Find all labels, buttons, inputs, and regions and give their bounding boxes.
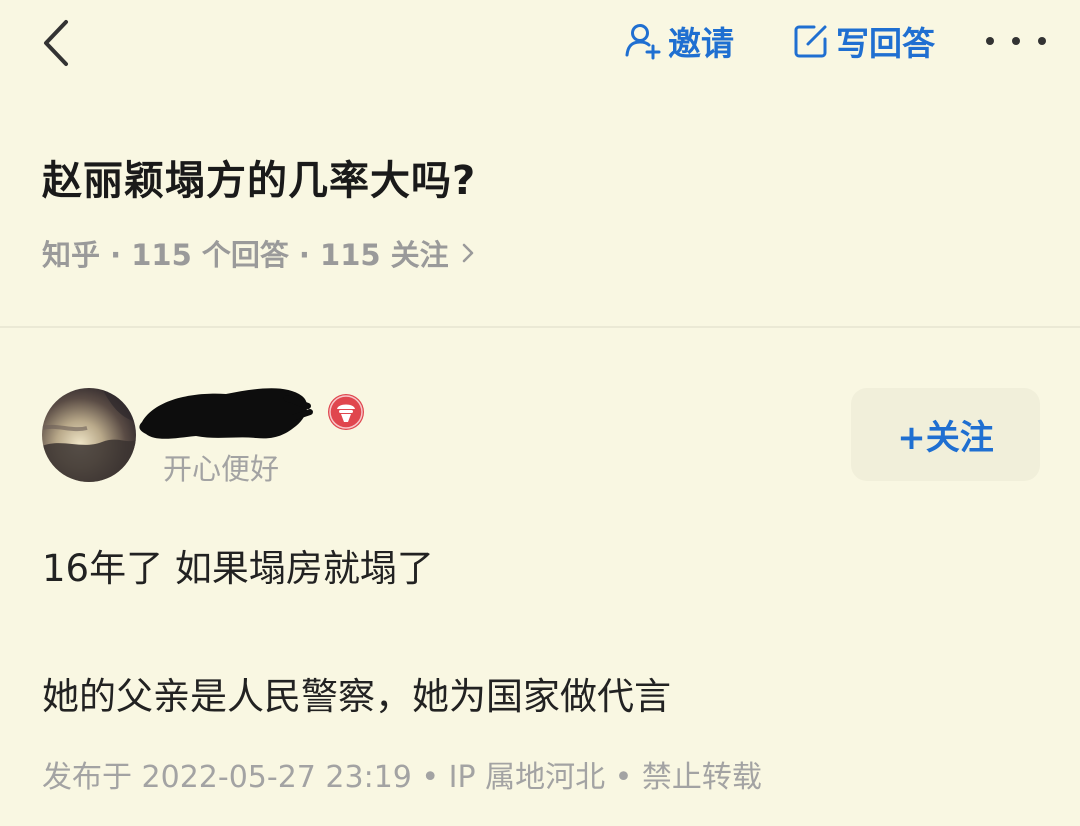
invite-button[interactable]: 邀请 (624, 18, 734, 64)
back-button[interactable] (38, 18, 78, 68)
author-name-redacted[interactable] (136, 378, 316, 448)
author-bio: 开心便好 (163, 452, 280, 486)
question-meta-link[interactable]: 知乎 · 115 个回答 · 115 关注 (42, 232, 475, 274)
question-meta-text: 知乎 · 115 个回答 · 115 关注 (42, 238, 449, 272)
invite-label: 邀请 (668, 24, 734, 63)
chevron-right-icon (462, 243, 473, 263)
question-title[interactable]: 赵丽颖塌方的几率大吗? (42, 148, 476, 206)
section-divider (0, 326, 1080, 328)
invite-user-icon (625, 24, 661, 60)
follow-button[interactable]: +关注 (851, 388, 1040, 481)
more-dot-icon (1012, 37, 1020, 45)
write-answer-label: 写回答 (836, 24, 935, 63)
write-answer-button[interactable]: 写回答 (792, 18, 935, 64)
chevron-left-icon (44, 20, 68, 66)
answer-paragraph-1: 16年了 如果塌房就塌了 (42, 547, 434, 590)
answer-footer-meta: 发布于 2022-05-27 23:19 • IP 属地河北 • 禁止转载 (42, 760, 762, 795)
more-dot-icon (1038, 37, 1046, 45)
top-bar: 邀请 写回答 (0, 0, 1080, 84)
more-dot-icon (986, 37, 994, 45)
more-options-button[interactable] (986, 26, 1046, 56)
author-badge-icon (326, 392, 366, 432)
author-avatar[interactable] (42, 388, 136, 482)
answer-paragraph-2: 她的父亲是人民警察，她为国家做代言 (42, 675, 671, 718)
edit-icon (794, 25, 827, 58)
